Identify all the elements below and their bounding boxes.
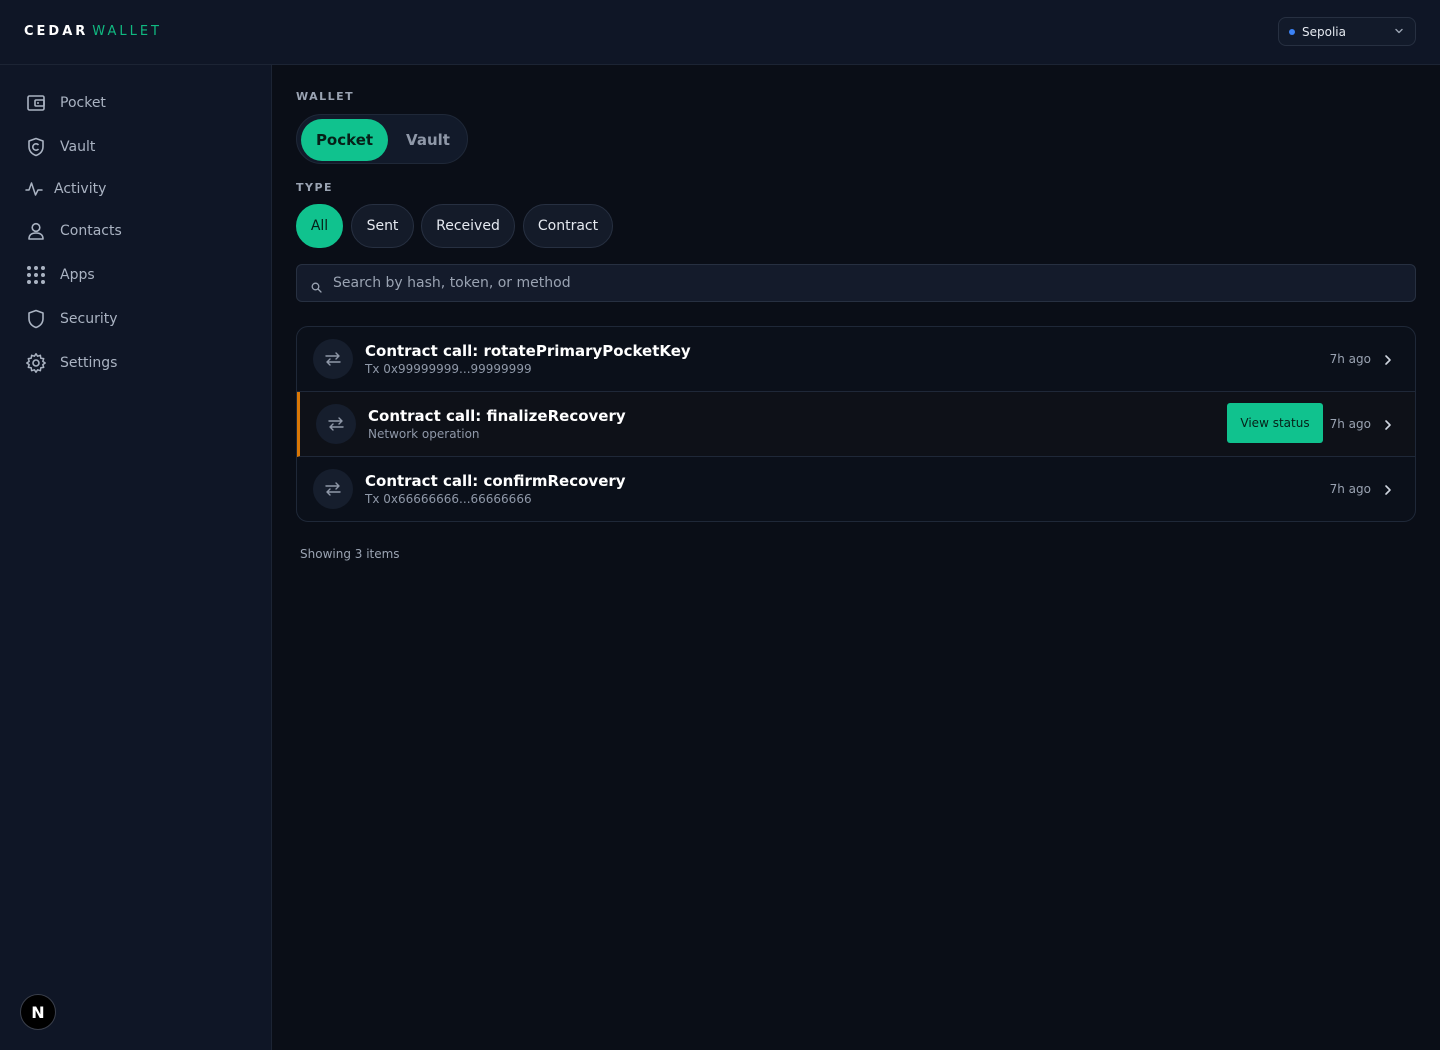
transaction-time: 7h ago [1329, 352, 1371, 366]
activity-icon [24, 177, 44, 201]
wallet-filter-label: WALLET [296, 90, 355, 103]
transaction-row-pending[interactable]: Contract call: finalizeRecovery Network … [297, 392, 1415, 457]
gear-icon [24, 351, 48, 375]
transaction-title: Contract call: confirmRecovery [365, 472, 626, 490]
sidebar-item-label: Security [60, 311, 118, 327]
network-name: Sepolia [1302, 24, 1346, 39]
transaction-list: Contract call: rotatePrimaryPocketKey Tx… [296, 326, 1416, 522]
sidebar-item-label: Settings [60, 355, 118, 371]
swap-arrows-icon [313, 339, 353, 379]
sidebar-item-settings[interactable]: Settings [24, 348, 117, 378]
top-bar: CEDAR WALLET Sepolia [0, 0, 1440, 65]
chevron-down-icon [1393, 25, 1405, 40]
search-icon [311, 278, 322, 297]
brand-primary: CEDAR [24, 24, 89, 39]
swap-arrows-icon [316, 404, 356, 444]
grid-icon [24, 263, 48, 287]
transaction-time: 7h ago [1329, 482, 1371, 496]
type-chip-contract[interactable]: Contract [523, 204, 613, 248]
sidebar-item-label: Apps [60, 267, 95, 283]
wallet-option-pocket[interactable]: Pocket [301, 119, 388, 161]
sidebar-item-contacts[interactable]: Contacts [24, 216, 122, 246]
shield-icon [24, 307, 48, 331]
chevron-right-icon [1381, 417, 1395, 436]
type-filter-label: TYPE [296, 181, 334, 194]
type-chip-sent[interactable]: Sent [351, 204, 414, 248]
avatar[interactable]: N [20, 994, 56, 1030]
brand-logo[interactable]: CEDAR WALLET [24, 24, 162, 39]
sidebar-item-label: Pocket [60, 95, 106, 111]
wallet-option-vault[interactable]: Vault [393, 119, 463, 161]
wallet-segmented-control: Pocket Vault [296, 114, 468, 164]
chevron-right-icon [1381, 352, 1395, 371]
sidebar-item-pocket[interactable]: Pocket [24, 88, 106, 118]
transaction-subtitle: Tx 0x66666666...66666666 [365, 492, 532, 506]
sidebar-item-label: Activity [54, 181, 107, 197]
shield-lock-icon [24, 135, 48, 159]
sidebar-item-activity[interactable]: Activity [24, 174, 106, 204]
sidebar-item-apps[interactable]: Apps [24, 260, 95, 290]
sidebar-item-vault[interactable]: Vault [24, 132, 95, 162]
sidebar-item-label: Contacts [60, 223, 122, 239]
chevron-right-icon [1381, 482, 1395, 501]
transaction-row[interactable]: Contract call: confirmRecovery Tx 0x6666… [297, 457, 1415, 521]
sidebar-item-security[interactable]: Security [24, 304, 118, 334]
transaction-time: 7h ago [1329, 417, 1371, 431]
item-count: Showing 3 items [300, 547, 400, 561]
transaction-subtitle: Network operation [368, 427, 480, 441]
network-selector[interactable]: Sepolia [1278, 17, 1416, 46]
type-chip-received[interactable]: Received [421, 204, 515, 248]
transaction-title: Contract call: rotatePrimaryPocketKey [365, 342, 691, 360]
type-chip-all[interactable]: All [296, 204, 343, 248]
search-bar [296, 264, 1416, 302]
swap-arrows-icon [313, 469, 353, 509]
wallet-icon [24, 91, 48, 115]
sidebar: Pocket Vault Activity Contacts Apps Secu… [0, 65, 272, 1050]
network-status-dot [1289, 28, 1295, 35]
user-icon [24, 219, 48, 243]
transaction-subtitle: Tx 0x99999999...99999999 [365, 362, 532, 376]
transaction-row[interactable]: Contract call: rotatePrimaryPocketKey Tx… [297, 327, 1415, 392]
search-input[interactable] [333, 265, 1403, 301]
sidebar-item-label: Vault [60, 139, 96, 155]
brand-secondary: WALLET [92, 24, 162, 39]
view-status-button[interactable]: View status [1227, 403, 1323, 443]
transaction-title: Contract call: finalizeRecovery [368, 407, 626, 425]
